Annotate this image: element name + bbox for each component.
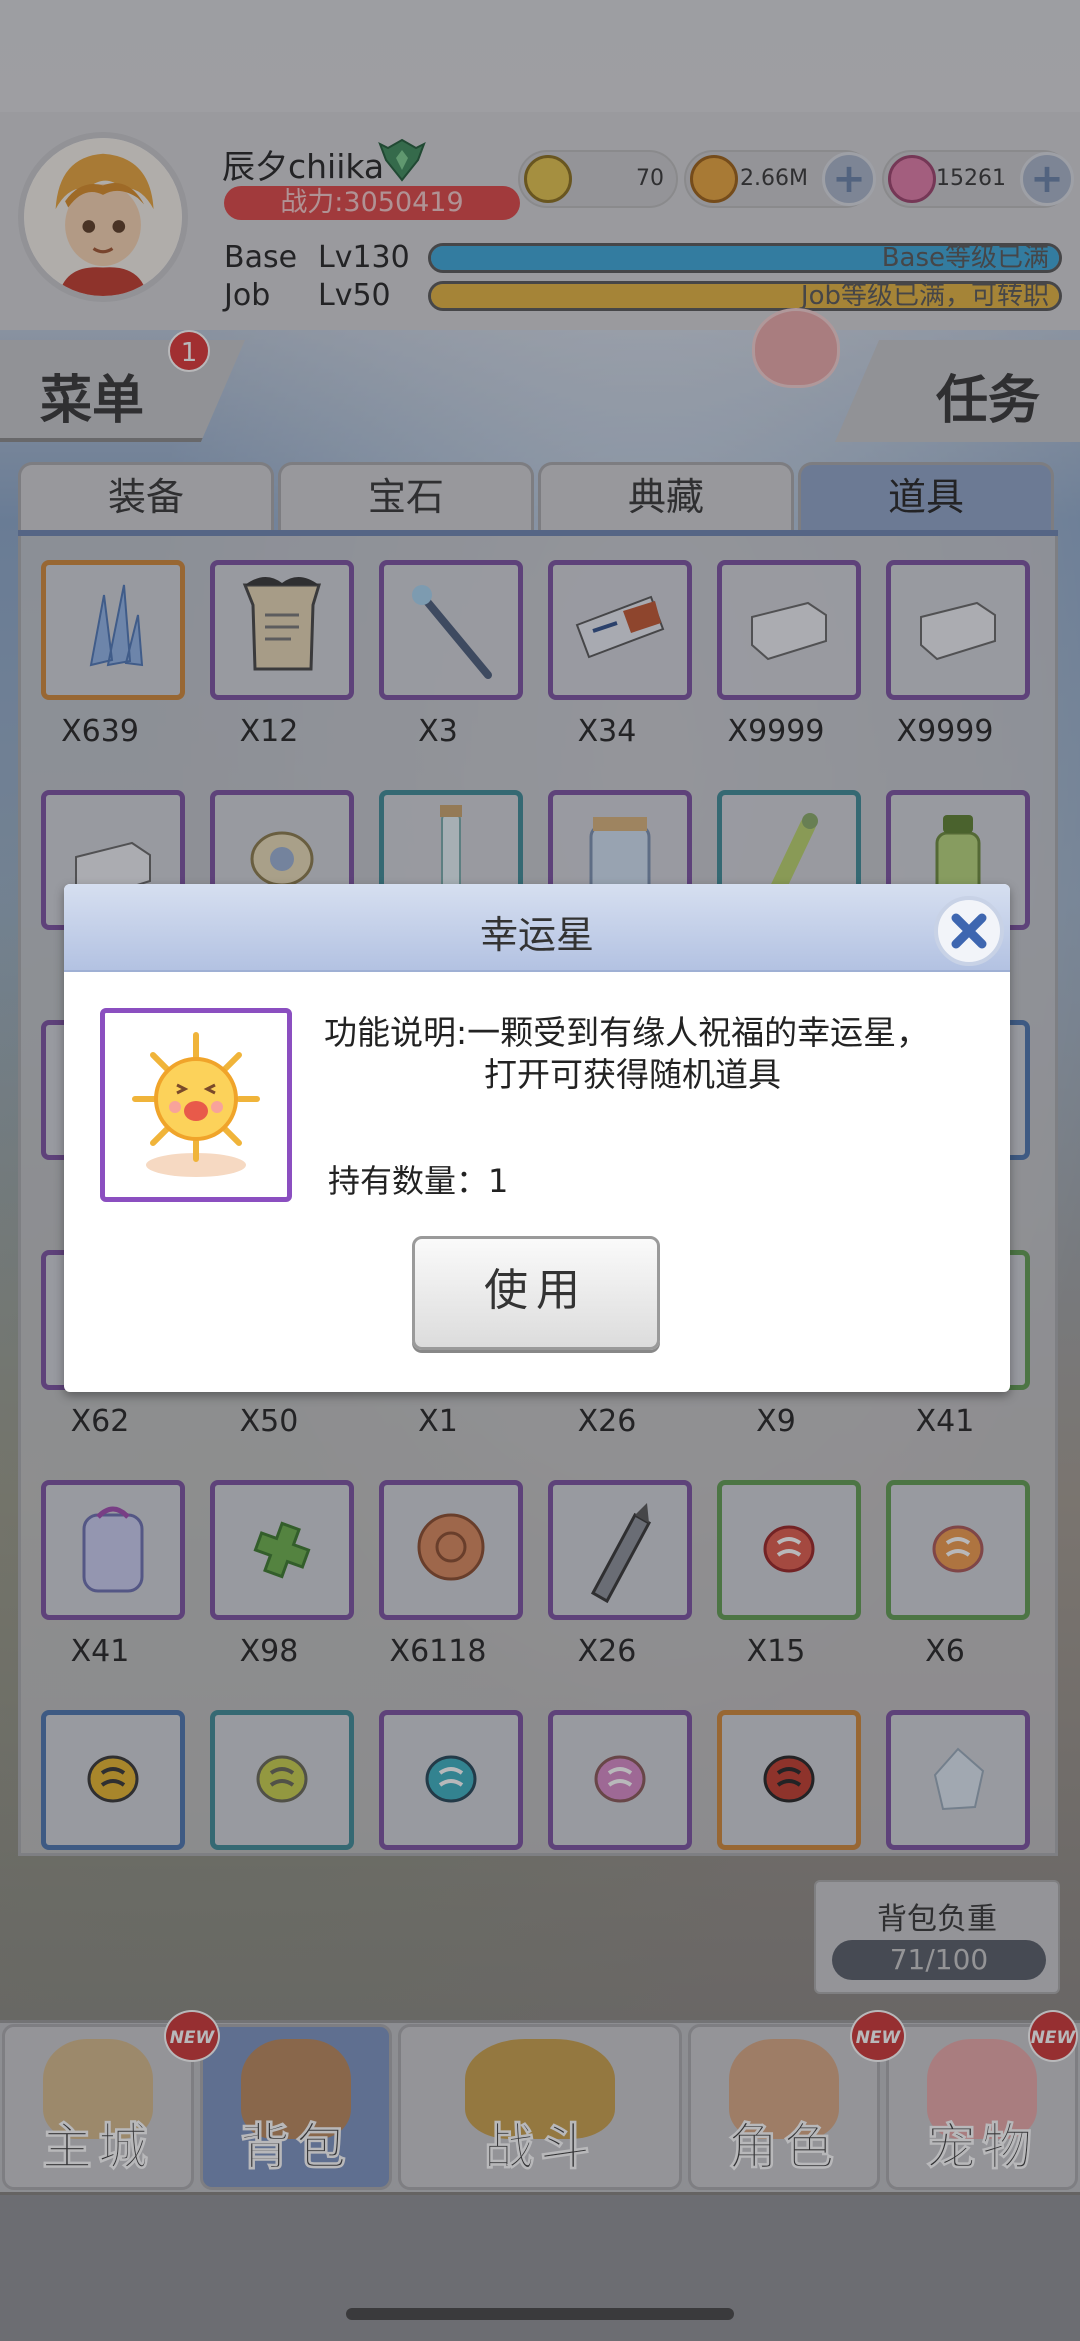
hold-count-label: 持有数量：	[328, 1162, 489, 1200]
close-button[interactable]	[934, 896, 1004, 966]
close-icon	[951, 913, 987, 949]
item-hold-count: 持有数量：1	[328, 1156, 508, 1202]
use-item-button[interactable]: 使用	[412, 1236, 660, 1350]
item-icon-frame	[100, 1008, 292, 1202]
dialog-header: 幸运星	[64, 884, 1010, 972]
item-description-line2: 打开可获得随机道具	[484, 1055, 781, 1094]
hold-count-value: 1	[488, 1162, 509, 1200]
dialog-title: 幸运星	[479, 913, 594, 957]
item-description-line1: 功能说明:一颗受到有缘人祝福的幸运星，	[324, 1013, 930, 1052]
lucky-star-sun-icon	[132, 1032, 260, 1177]
item-detail-dialog: 幸运星 功能说明:一颗受到有缘人祝福的幸运星， 打开可获得随机道具 持有数量：1…	[64, 884, 1010, 1392]
